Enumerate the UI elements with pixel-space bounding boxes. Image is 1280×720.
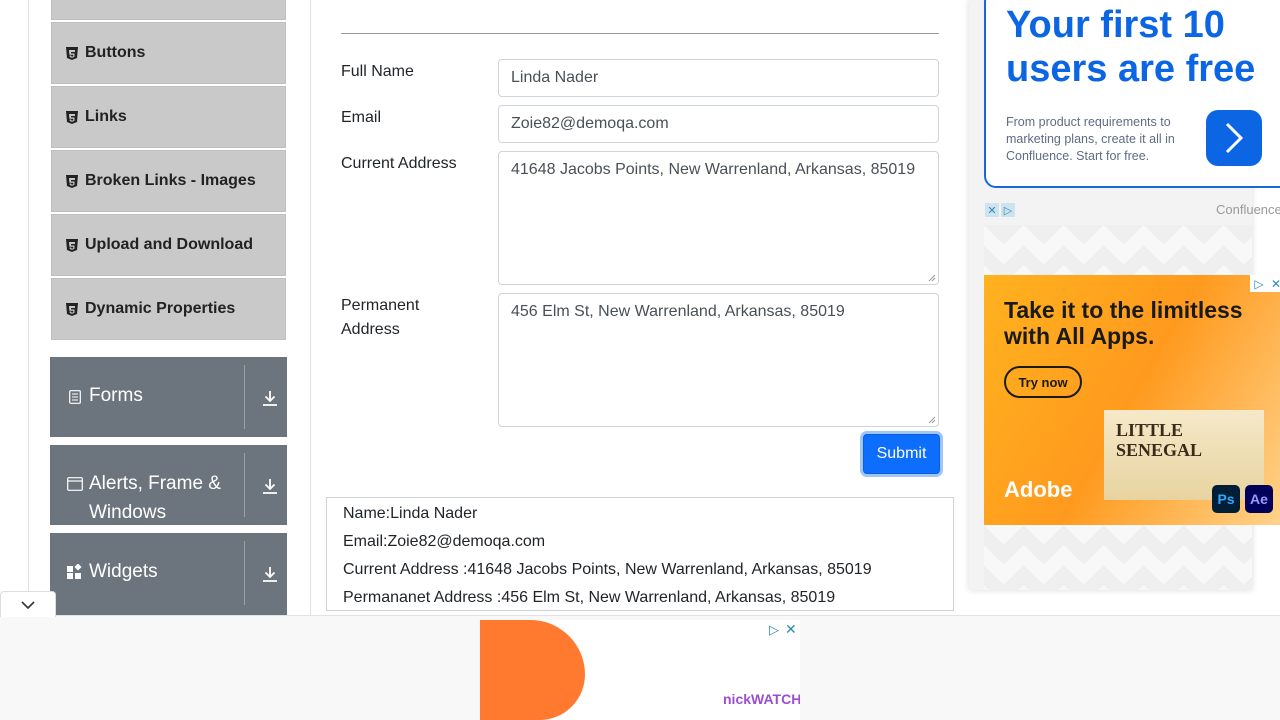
sidebar-group-widgets[interactable]: Widgets [50,533,287,615]
confluence-ad-arrow-button[interactable] [1206,110,1262,166]
output-name: Name:Linda Nader [343,505,478,522]
sidebar-right-border [310,0,311,615]
output-permanent-address: Permananet Address :456 Elm St, New Warr… [343,589,836,606]
sidebar-group-forms[interactable]: Forms [50,357,287,437]
sidebar-item-label: Broken Links - Images [85,172,256,189]
output-email: Email:Zoie82@demoqa.com [343,533,546,550]
permanent-address-label: Permanent Address [341,297,420,338]
ad-choices-icon[interactable]: ▷ [1001,203,1015,217]
divider [244,541,245,605]
sidebar-item-label: Buttons [85,44,146,61]
current-address-value: 41648 Jacobs Points, New Warrenland, Ark… [511,161,916,178]
ad-close-icon[interactable]: ✕ [1267,275,1280,292]
adobe-try-now-button[interactable]: Try now [1004,366,1082,398]
html5-icon [65,110,79,124]
sidebar-item-label: Links [85,108,127,125]
sidebar-group-label: Forms [89,385,143,406]
ad-choices-icon[interactable]: ▷ [769,622,779,638]
chevron-down-icon [21,600,35,609]
sidebar-item-upload-download[interactable]: Upload and Download [51,214,286,276]
sidebar-left-border [28,0,29,615]
bottom-ad[interactable]: ▷ ✕ nickWATCH [480,620,800,720]
permanent-address-textarea[interactable]: 456 Elm St, New Warrenland, Arkansas, 85… [498,293,939,427]
sidebar-group-label: Alerts, Frame & Windows [89,473,221,523]
adobe-logo: Adobe [1004,477,1073,502]
document-icon [67,389,83,405]
window-icon [67,476,83,492]
output-box: Name:Linda Nader Email:Zoie82@demoqa.com… [326,497,954,611]
after-effects-icon: Ae [1245,485,1273,513]
confluence-ad-title[interactable]: Your first 10 users are free [1006,3,1276,91]
email-label: Email [341,109,382,126]
download-icon[interactable] [260,476,280,496]
ad-controls[interactable]: ✕ ▷ [985,203,1015,217]
full-name-label: Full Name [341,63,414,80]
html5-icon [65,174,79,188]
sidebar-group-alerts[interactable]: Alerts, Frame & Windows [50,445,287,525]
full-name-input[interactable]: Linda Nader [498,59,939,97]
adobe-image-text: LITTLE SENEGAL [1116,420,1203,460]
sidebar-item-links[interactable]: Links [51,86,286,148]
ad-close-icon[interactable]: ✕ [985,203,999,217]
download-icon[interactable] [260,564,280,584]
email-input[interactable]: Zoie82@demoqa.com [498,105,939,143]
html5-icon [65,238,79,252]
download-icon[interactable] [260,388,280,408]
sidebar-item-buttons[interactable]: Buttons [51,22,286,84]
resize-handle-icon[interactable] [928,274,936,282]
nickwatch-logo: nickWATCH [723,691,800,707]
photoshop-icon: Ps [1212,485,1240,513]
current-address-textarea[interactable]: 41648 Jacobs Points, New Warrenland, Ark… [498,151,939,285]
ad-shape [480,620,585,720]
html5-icon [65,302,79,316]
page: Buttons Links Broken Links - Images Uplo… [0,0,1280,720]
sidebar-item-dynamic-properties[interactable]: Dynamic Properties [51,278,286,340]
adobe-ad-image: LITTLE SENEGAL [1104,410,1264,500]
form-divider [341,33,939,34]
permanent-address-value: 456 Elm St, New Warrenland, Arkansas, 85… [511,303,845,320]
output-current-address: Current Address :41648 Jacobs Points, Ne… [343,561,872,578]
widgets-icon [67,564,83,580]
sidebar-item-broken-links[interactable]: Broken Links - Images [51,150,286,212]
confluence-ad-text: From product requirements to marketing p… [1006,115,1175,163]
divider [244,365,245,429]
ad-choices-icon[interactable]: ▷ [1250,275,1268,292]
html5-icon [65,46,79,60]
sidebar-group-label: Widgets [89,561,158,582]
sidebar-item-label: Upload and Download [85,236,253,253]
collapse-ad-button[interactable] [0,591,56,617]
submit-button[interactable]: Submit [863,434,940,474]
confluence-brand: Confluence [1216,202,1280,217]
chevron-right-icon [1225,122,1244,154]
divider [244,453,245,517]
ad-close-icon[interactable]: ✕ [785,621,797,638]
adobe-ad-title: Take it to the limitless with All Apps. [1004,297,1243,349]
sidebar-item-partial[interactable] [51,0,286,20]
resize-handle-icon[interactable] [928,416,936,424]
current-address-label: Current Address [341,155,457,172]
sidebar-item-label: Dynamic Properties [85,300,236,317]
